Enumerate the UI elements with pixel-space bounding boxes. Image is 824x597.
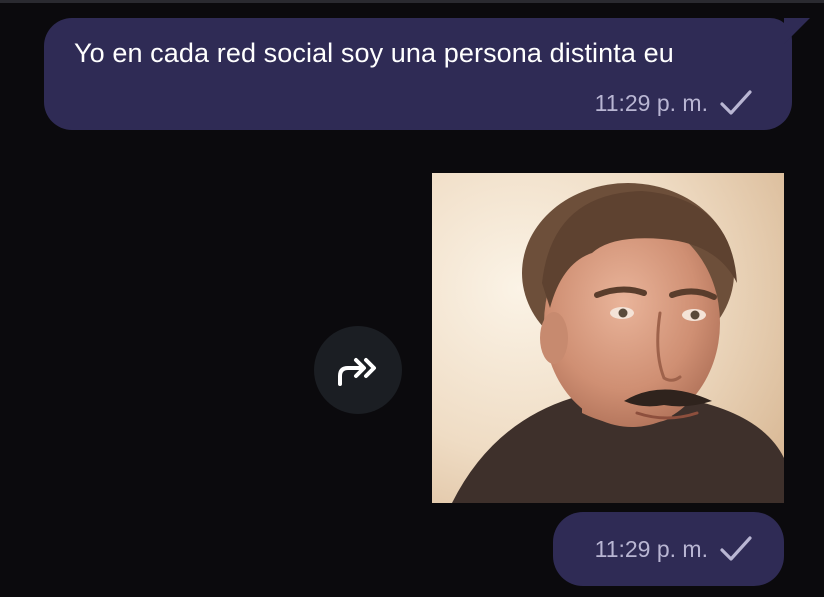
forward-arrow-icon [338, 358, 376, 386]
message-meta: 11:29 p. m. [595, 88, 754, 118]
message-timestamp: 11:29 p. m. [594, 89, 708, 116]
single-check-icon [720, 536, 752, 561]
top-divider [0, 0, 824, 3]
outgoing-text-message[interactable]: Yo en cada red social soy una persona di… [44, 18, 810, 130]
photo-meta-bubble: 11:29 p. m. [553, 512, 784, 586]
message-photo[interactable] [432, 173, 784, 503]
portrait-image [432, 173, 784, 503]
message-text: Yo en cada red social soy una persona di… [74, 38, 674, 68]
forward-button[interactable] [314, 326, 402, 414]
single-check-icon [720, 90, 752, 115]
message-timestamp: 11:29 p. m. [594, 535, 708, 562]
message-meta: 11:29 p. m. [595, 534, 754, 564]
